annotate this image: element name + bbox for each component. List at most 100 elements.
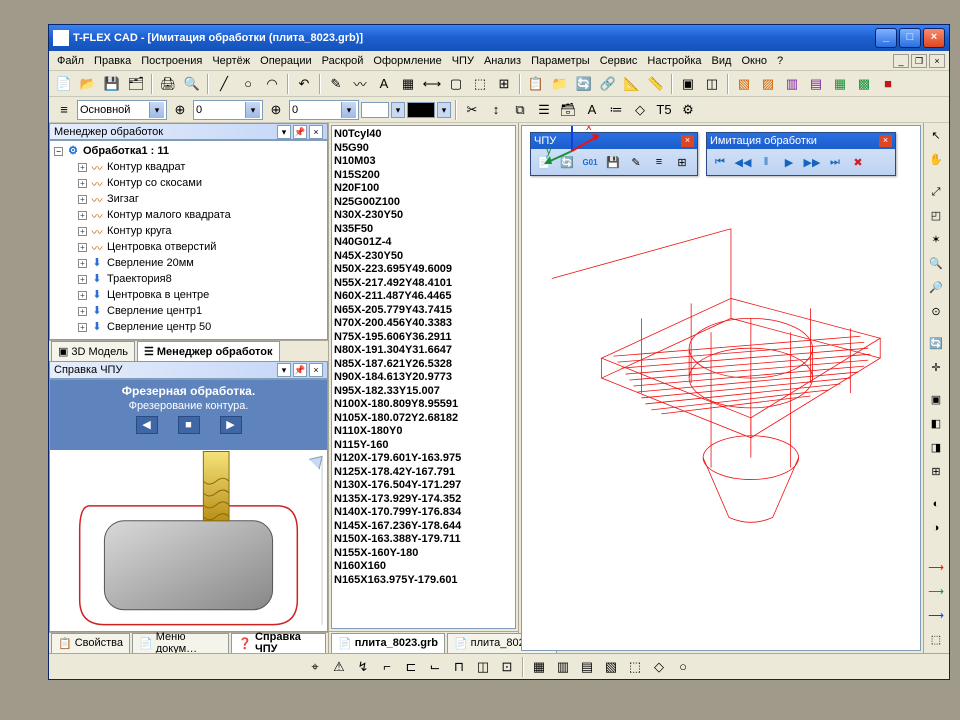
sb-16[interactable]: ○ — [672, 656, 694, 678]
sb-1[interactable]: ⌖ — [304, 656, 326, 678]
color-b-swatch[interactable] — [407, 102, 435, 118]
vb-zoom-fit[interactable]: ⤢ — [925, 181, 947, 203]
color-b-drop[interactable]: ▾ — [437, 102, 451, 118]
sb-4[interactable]: ⌐ — [376, 656, 398, 678]
gcode-line[interactable]: N90X-184.613Y20.9773 — [334, 371, 513, 385]
sb-10[interactable]: ▦ — [528, 656, 550, 678]
sb-7[interactable]: ⊓ — [448, 656, 470, 678]
open-icon[interactable]: 📂 — [77, 73, 99, 95]
gcode-line[interactable]: N40G01Z-4 — [334, 236, 513, 250]
gcode-line[interactable]: N85X-187.621Y26.5328 — [334, 358, 513, 372]
tree-item[interactable]: +⬇Сверление центр1 — [52, 303, 325, 319]
undo-icon[interactable]: ↶ — [293, 73, 315, 95]
gcode-line[interactable]: N70X-200.456Y40.3383 — [334, 317, 513, 331]
gcode-line[interactable]: N160X160 — [334, 560, 513, 574]
vb-zoom-win[interactable]: ◰ — [925, 205, 947, 227]
minimize-button[interactable]: _ — [875, 28, 897, 48]
vb-hand[interactable]: ✋ — [925, 149, 947, 171]
gcode-line[interactable]: N150X-163.388Y-179.711 — [334, 533, 513, 547]
expand-icon[interactable]: + — [78, 259, 87, 268]
gcode-line[interactable]: N105X-180.072Y2.68182 — [334, 412, 513, 426]
expand-icon[interactable]: + — [78, 195, 87, 204]
gcode-list[interactable]: N0Tcyl40N5G90N10M03N15S200N20F100N25G00Z… — [331, 125, 516, 629]
machining-tree[interactable]: − ⚙ Обработка1 : 11 +〰Контур квадрат+〰Ко… — [49, 140, 328, 340]
vb-view3[interactable]: ◨ — [925, 437, 947, 459]
gcode-line[interactable]: N5G90 — [334, 142, 513, 156]
sketch-icon[interactable]: ✎ — [325, 73, 347, 95]
arc-icon[interactable]: ◠ — [261, 73, 283, 95]
menu-edit[interactable]: Правка — [90, 53, 135, 69]
vb-axis-y[interactable]: ⟶ — [925, 581, 947, 603]
vb-view4[interactable]: ⊞ — [925, 461, 947, 483]
gcode-line[interactable]: N125X-178.42Y-167.791 — [334, 466, 513, 480]
color-a-drop[interactable]: ▾ — [391, 102, 405, 118]
layer-combo[interactable]: Основной ▾ — [77, 100, 167, 120]
gcode-line[interactable]: N140X-170.799Y-176.834 — [334, 506, 513, 520]
save-all-icon[interactable]: 🗂 — [125, 73, 147, 95]
menu-build[interactable]: Построения — [137, 53, 206, 69]
gcode-line[interactable]: N115Y-160 — [334, 439, 513, 453]
vb-zoom-prev[interactable]: ⊙ — [925, 301, 947, 323]
help-close-icon[interactable]: × — [309, 363, 323, 377]
folder-icon[interactable]: 📁 — [549, 73, 571, 95]
gcode-line[interactable]: N25G00Z100 — [334, 196, 513, 210]
gcode-line[interactable]: N45X-230Y50 — [334, 250, 513, 264]
menu-drawing[interactable]: Чертёж — [208, 53, 254, 69]
color-a-swatch[interactable] — [361, 102, 389, 118]
tb2-2[interactable]: ↕ — [485, 99, 507, 121]
line-icon[interactable]: ╱ — [213, 73, 235, 95]
menu-design[interactable]: Оформление — [369, 53, 445, 69]
prop-icon[interactable]: 📋 — [525, 73, 547, 95]
close-button[interactable]: × — [923, 28, 945, 48]
expand-icon[interactable]: + — [78, 323, 87, 332]
tree-item[interactable]: +⬇Сверление 20мм — [52, 255, 325, 271]
panel-menu-icon[interactable]: ▾ — [277, 125, 291, 139]
gcode-line[interactable]: N80X-191.304Y31.6647 — [334, 344, 513, 358]
gcode-line[interactable]: N95X-182.33Y15.007 — [334, 385, 513, 399]
print-icon[interactable]: 🖨 — [157, 73, 179, 95]
expand-icon[interactable]: + — [78, 243, 87, 252]
menu-cnc[interactable]: ЧПУ — [448, 53, 478, 69]
sb-5[interactable]: ⊏ — [400, 656, 422, 678]
link-icon[interactable]: 🔗 — [597, 73, 619, 95]
tb2-5[interactable]: 🗃 — [557, 99, 579, 121]
sb-8[interactable]: ◫ — [472, 656, 494, 678]
win2-icon[interactable]: ◫ — [701, 73, 723, 95]
menu-file[interactable]: Файл — [53, 53, 88, 69]
simulation-viewport[interactable]: ЧПУ× 📄 🔄 G01 💾 ✎ ≡ ⊞ Имитация обработки× — [521, 125, 921, 651]
sb-6[interactable]: ⌙ — [424, 656, 446, 678]
num-a-icon[interactable]: ⊕ — [169, 99, 191, 121]
sb-3[interactable]: ↯ — [352, 656, 374, 678]
tb2-9[interactable]: T5 — [653, 99, 675, 121]
sb-11[interactable]: ▥ — [552, 656, 574, 678]
sb-12[interactable]: ▤ — [576, 656, 598, 678]
expand-icon[interactable]: + — [78, 307, 87, 316]
tree-item[interactable]: +⬇Траектория8 — [52, 271, 325, 287]
menu-nesting[interactable]: Раскрой — [318, 53, 368, 69]
tool1-icon[interactable]: 📐 — [621, 73, 643, 95]
vb-iso[interactable]: ⬚ — [925, 629, 947, 651]
sb-15[interactable]: ◇ — [648, 656, 670, 678]
menu-view[interactable]: Вид — [708, 53, 736, 69]
expand-icon[interactable]: + — [78, 179, 87, 188]
tree-item[interactable]: +〰Контур круга — [52, 223, 325, 239]
tab-properties[interactable]: 📋Свойства — [51, 633, 130, 653]
gcode-line[interactable]: N55X-217.492Y48.4101 — [334, 277, 513, 291]
tree-item[interactable]: +〰Контур квадрат — [52, 159, 325, 175]
assembly-icon[interactable]: ⊞ — [493, 73, 515, 95]
cube6-icon[interactable]: ▩ — [853, 73, 875, 95]
mdi-close[interactable]: × — [929, 54, 945, 68]
vb-select[interactable]: ↖ — [925, 125, 947, 147]
layer-icon[interactable]: ≡ — [53, 99, 75, 121]
num-b-combo[interactable]: 0 ▾ — [289, 100, 359, 120]
gcode-line[interactable]: N10M03 — [334, 155, 513, 169]
tb2-8[interactable]: ◇ — [629, 99, 651, 121]
gcode-line[interactable]: N75X-195.606Y36.2911 — [334, 331, 513, 345]
vb-shade2[interactable]: ◑ — [925, 517, 947, 539]
cube1-icon[interactable]: ▧ — [733, 73, 755, 95]
refresh-icon[interactable]: 🔄 — [573, 73, 595, 95]
vb-zoom-in[interactable]: 🔍 — [925, 253, 947, 275]
part-icon[interactable]: ⬚ — [469, 73, 491, 95]
gcode-line[interactable]: N155X-160Y-180 — [334, 547, 513, 561]
vb-view1[interactable]: ▣ — [925, 389, 947, 411]
